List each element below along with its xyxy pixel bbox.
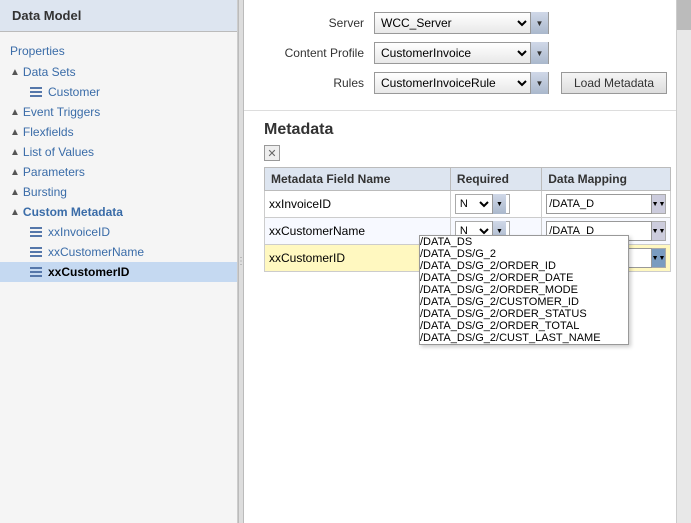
rules-dropdown-arrow[interactable]	[530, 72, 548, 94]
load-metadata-button[interactable]: Load Metadata	[561, 72, 667, 94]
sidebar-item-xxcustomerid[interactable]: xxCustomerID	[0, 262, 237, 282]
content-profile-label: Content Profile	[264, 46, 374, 60]
sidebar-item-label: Bursting	[23, 185, 67, 199]
required-cell[interactable]: N Y ▼	[450, 191, 541, 218]
main-content: Server WCC_Server Content Profile Custom…	[244, 0, 691, 523]
content-profile-select[interactable]: CustomerInvoice	[375, 43, 530, 63]
scrollbar-thumb[interactable]	[677, 0, 691, 30]
sidebar-item-parameters[interactable]: ▲ Parameters	[0, 162, 237, 182]
mapping-arrow-3-active[interactable]: ▼	[652, 248, 666, 268]
sidebar-item-xxcustomername[interactable]: xxCustomerName	[0, 242, 237, 262]
xxcustomername-icon	[28, 245, 44, 259]
close-button[interactable]: ✕	[264, 145, 280, 161]
server-select-wrapper[interactable]: WCC_Server	[374, 12, 549, 34]
sidebar-item-xxinvoiceid[interactable]: xxInvoiceID	[0, 222, 237, 242]
arrow-icon: ▲	[10, 127, 20, 138]
mapping-wrapper-1: ▼	[546, 194, 666, 214]
dropdown-item-6-selected[interactable]: /DATA_DS/G_2/CUSTOMER_ID	[420, 296, 628, 308]
field-cell: xxInvoiceID	[265, 191, 451, 218]
chevron-down-icon: ▼	[496, 228, 503, 235]
mapping-cell-1[interactable]: ▼	[542, 191, 671, 218]
sidebar-item-bursting[interactable]: ▲ Bursting	[0, 182, 237, 202]
dropdown-item-2[interactable]: /DATA_DS/G_2	[420, 248, 628, 260]
sidebar-item-flexfields[interactable]: ▲ Flexfields	[0, 122, 237, 142]
rules-select-wrapper[interactable]: CustomerInvoiceRule	[374, 72, 549, 94]
col-header-required: Required	[450, 168, 541, 191]
mapping-arrow-1[interactable]: ▼	[652, 194, 666, 214]
server-select[interactable]: WCC_Server	[375, 13, 530, 33]
arrow-icon: ▲	[10, 167, 20, 178]
table-row: xxInvoiceID N Y ▼	[265, 191, 671, 218]
dropdown-item-4[interactable]: /DATA_DS/G_2/ORDER_DATE	[420, 272, 628, 284]
mapping-dropdown: /DATA_DS /DATA_DS/G_2 /DATA_DS/G_2/ORDER…	[419, 235, 629, 345]
server-label: Server	[264, 16, 374, 30]
rules-label: Rules	[264, 76, 374, 90]
sidebar-item-label: xxCustomerID	[48, 265, 129, 279]
col-header-field: Metadata Field Name	[265, 168, 451, 191]
table-header-row: Metadata Field Name Required Data Mappin…	[265, 168, 671, 191]
content-profile-row: Content Profile CustomerInvoice	[264, 42, 671, 64]
mapping-input-1[interactable]	[546, 194, 652, 214]
required-select-1[interactable]: N Y	[456, 197, 492, 211]
dropdown-item-8[interactable]: /DATA_DS/G_2/ORDER_TOTAL	[420, 320, 628, 332]
sidebar-item-label: List of Values	[23, 145, 94, 159]
server-dropdown-arrow[interactable]	[530, 12, 548, 34]
required-arrow-1[interactable]: ▼	[492, 194, 506, 214]
properties-label[interactable]: Properties	[0, 40, 237, 62]
field-name: xxCustomerID	[269, 251, 345, 265]
sidebar-item-custom-metadata[interactable]: ▲ Custom Metadata	[0, 202, 237, 222]
sidebar-item-label: Flexfields	[23, 125, 74, 139]
content-profile-dropdown-arrow[interactable]	[530, 42, 548, 64]
sidebar-item-customer[interactable]: Customer	[0, 82, 237, 102]
sidebar-item-event-triggers[interactable]: ▲ Event Triggers	[0, 102, 237, 122]
field-name: xxInvoiceID	[269, 197, 331, 211]
arrow-icon: ▲	[10, 107, 20, 118]
sidebar-item-label: Parameters	[23, 165, 85, 179]
xxcustomerid-icon	[28, 265, 44, 279]
chevron-down-icon: ▼	[496, 201, 503, 208]
sidebar-item-label: Event Triggers	[23, 105, 100, 119]
dropdown-item-3[interactable]: /DATA_DS/G_2/ORDER_ID	[420, 260, 628, 272]
arrow-icon: ▲	[10, 67, 20, 78]
chevron-down-icon: ▼	[652, 201, 659, 208]
dropdown-item-5[interactable]: /DATA_DS/G_2/ORDER_MODE	[420, 284, 628, 296]
sidebar-content: Properties ▲ Data Sets Customer ▲ Event …	[0, 32, 237, 523]
chevron-down-icon: ▼	[652, 228, 659, 235]
sidebar-item-label: Data Sets	[23, 65, 76, 79]
sidebar-item-data-sets[interactable]: ▲ Data Sets	[0, 62, 237, 82]
arrow-icon: ▲	[10, 147, 20, 158]
mapping-arrow-2[interactable]: ▼	[652, 221, 666, 241]
rules-row: Rules CustomerInvoiceRule Load Metadata	[264, 72, 671, 94]
customer-icon	[28, 85, 44, 99]
sidebar-item-label: Custom Metadata	[23, 205, 123, 219]
rules-select[interactable]: CustomerInvoiceRule	[375, 73, 530, 93]
arrow-icon: ▲	[10, 187, 20, 198]
server-row: Server WCC_Server	[264, 12, 671, 34]
xxinvoiceid-icon	[28, 225, 44, 239]
sidebar: Data Model Properties ▲ Data Sets Custom…	[0, 0, 238, 523]
dropdown-item-1[interactable]: /DATA_DS	[420, 236, 628, 248]
content-profile-select-wrapper[interactable]: CustomerInvoice	[374, 42, 549, 64]
sidebar-item-label: xxCustomerName	[48, 245, 144, 259]
sidebar-item-label: Customer	[48, 85, 100, 99]
arrow-icon: ▲	[10, 207, 20, 218]
metadata-section: Metadata ✕ Metadata Field Name Required …	[244, 111, 691, 523]
metadata-title: Metadata	[264, 121, 671, 139]
form-area: Server WCC_Server Content Profile Custom…	[244, 0, 691, 111]
dropdown-item-9[interactable]: /DATA_DS/G_2/CUST_LAST_NAME	[420, 332, 628, 344]
dropdown-item-7[interactable]: /DATA_DS/G_2/ORDER_STATUS	[420, 308, 628, 320]
sidebar-item-label: xxInvoiceID	[48, 225, 110, 239]
table-container: Metadata Field Name Required Data Mappin…	[264, 167, 671, 272]
field-name: xxCustomerName	[269, 224, 365, 238]
right-scrollbar[interactable]	[676, 0, 691, 523]
sidebar-item-list-of-values[interactable]: ▲ List of Values	[0, 142, 237, 162]
sidebar-title: Data Model	[0, 0, 237, 32]
chevron-down-icon: ▼	[652, 255, 659, 262]
col-header-mapping: Data Mapping	[542, 168, 671, 191]
